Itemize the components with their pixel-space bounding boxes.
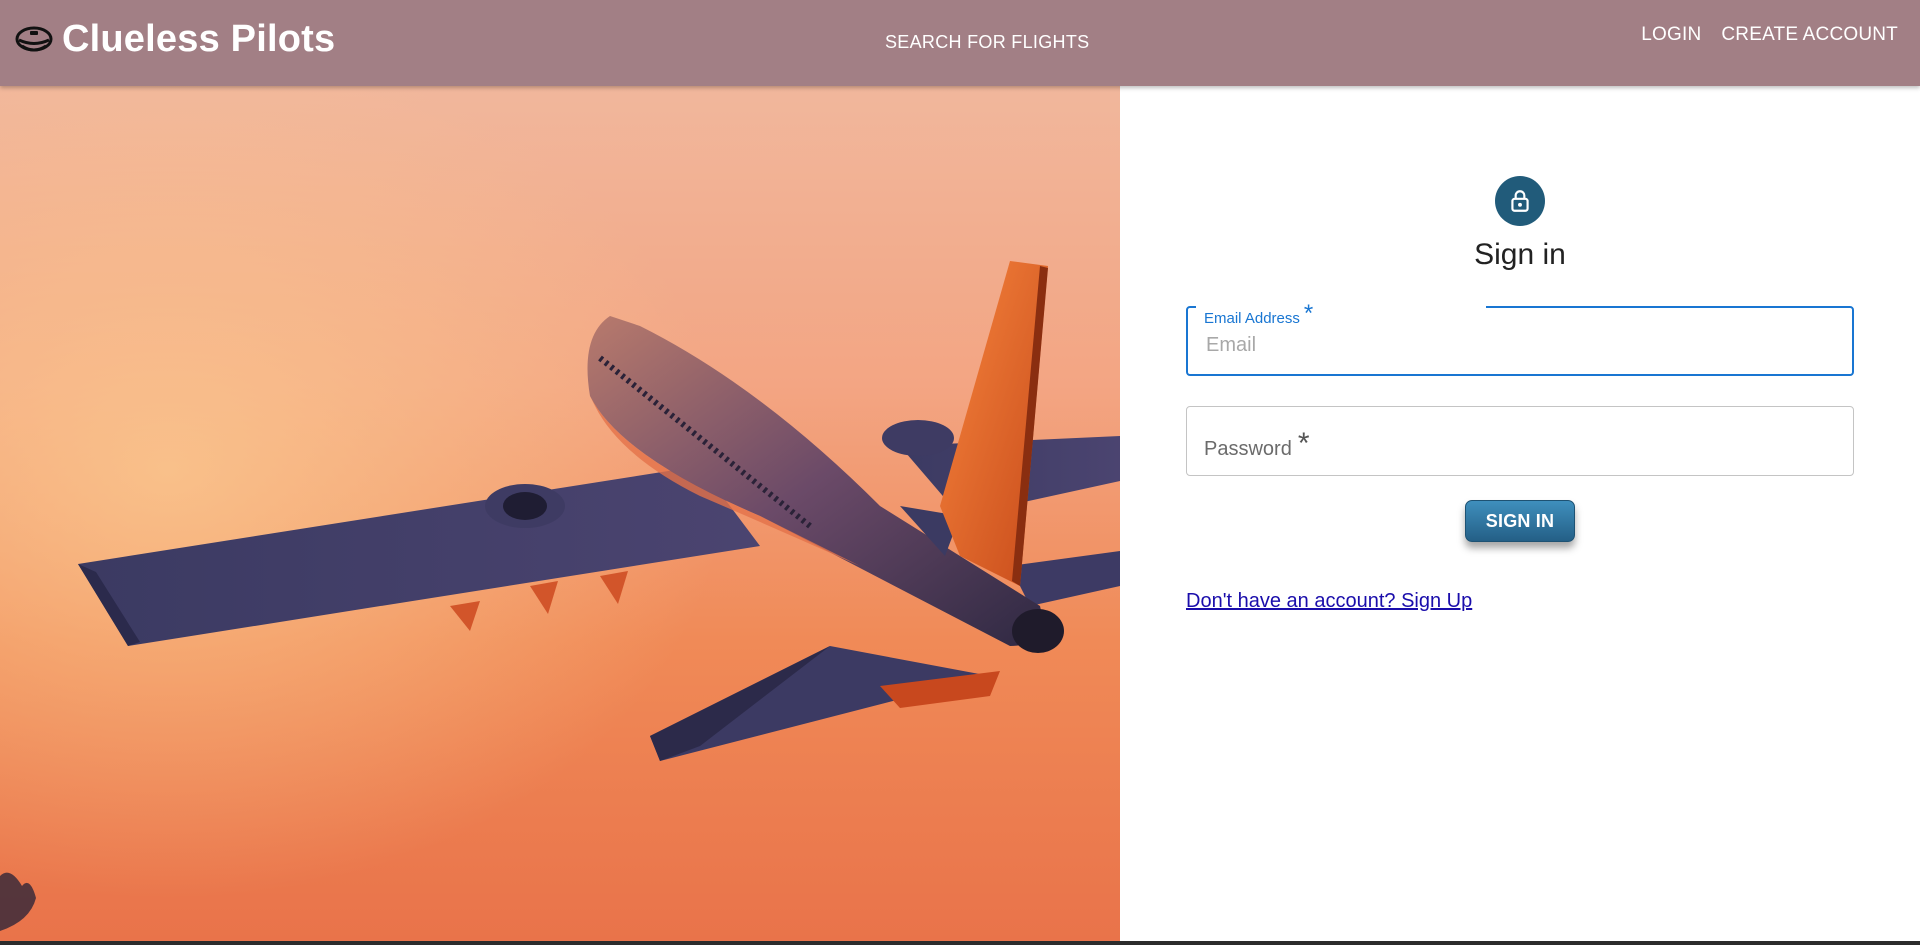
nav-right: LOGIN CREATE ACCOUNT	[1641, 24, 1898, 46]
lock-icon	[1511, 190, 1529, 212]
sign-in-title: Sign in	[1474, 238, 1566, 271]
email-label-text: Email Address	[1204, 310, 1300, 327]
pilot-cap-icon	[15, 26, 53, 51]
brand[interactable]: Clueless Pilots	[14, 18, 335, 61]
airplane-sunset-photo	[0, 86, 1120, 941]
nav-login[interactable]: LOGIN	[1641, 24, 1701, 46]
nav-search-flights[interactable]: SEARCH FOR FLIGHTS	[885, 32, 1089, 53]
password-label-text: Password	[1204, 438, 1292, 460]
lock-avatar	[1495, 176, 1545, 226]
password-label: Password *	[1204, 427, 1310, 463]
sign-in-panel: Sign in Email Address* Password* SIGN IN…	[1120, 86, 1920, 941]
sign-up-link[interactable]: Don't have an account? Sign Up	[1186, 590, 1472, 613]
email-field[interactable]: Email Address *	[1186, 300, 1854, 376]
password-field[interactable]: Password *	[1186, 406, 1854, 476]
top-app-bar: Clueless Pilots SEARCH FOR FLIGHTS LOGIN…	[0, 0, 1920, 86]
sign-in-button[interactable]: SIGN IN	[1465, 500, 1575, 542]
email-label: Email Address *	[1204, 300, 1314, 330]
brand-title: Clueless Pilots	[62, 18, 336, 60]
nav-create-account[interactable]: CREATE ACCOUNT	[1721, 24, 1898, 46]
bottom-strip	[0, 941, 1920, 945]
email-input[interactable]	[1204, 328, 1834, 362]
password-required-mark: *	[1297, 427, 1310, 460]
email-required-mark: *	[1303, 300, 1314, 327]
